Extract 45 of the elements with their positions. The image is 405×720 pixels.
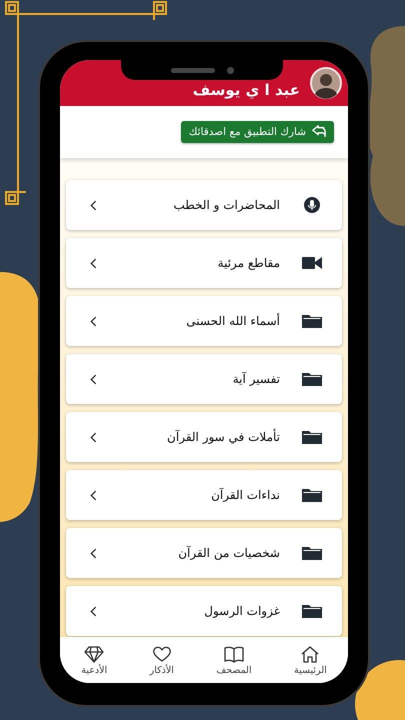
folder-icon bbox=[302, 429, 322, 445]
menu-item[interactable]: مقاطع مرئية bbox=[66, 238, 342, 288]
menu-item[interactable]: غزوات الرسول bbox=[66, 586, 342, 636]
menu-item[interactable]: أسماء الله الحسنى bbox=[66, 296, 342, 346]
microphone-icon bbox=[302, 197, 322, 213]
chevron-icon bbox=[90, 316, 97, 326]
nav-tab[interactable]: الأذكار bbox=[150, 644, 174, 676]
menu-item-label: غزوات الرسول bbox=[203, 604, 280, 618]
menu-item[interactable]: شخصيات من القرآن bbox=[66, 528, 342, 578]
chevron-icon bbox=[90, 548, 97, 558]
book-icon bbox=[224, 644, 244, 662]
menu-item-label: المحاضرات و الخطب bbox=[172, 198, 280, 212]
menu-item[interactable]: المحاضرات و الخطب bbox=[66, 180, 342, 230]
home-icon bbox=[300, 644, 320, 662]
video-camera-icon bbox=[302, 255, 322, 271]
avatar bbox=[310, 67, 342, 99]
decorative-shape bbox=[355, 660, 405, 720]
chevron-icon bbox=[90, 258, 97, 268]
nav-tab[interactable]: الرئيسية bbox=[294, 644, 327, 676]
menu-item-label: تأملات في سور القرآن bbox=[166, 430, 280, 444]
folder-icon bbox=[302, 545, 322, 561]
folder-icon bbox=[302, 603, 322, 619]
share-app-button[interactable]: شارك التطبيق مع اصدقائك bbox=[180, 121, 334, 143]
chevron-icon bbox=[90, 200, 97, 210]
nav-tab[interactable]: المصحف bbox=[216, 644, 252, 676]
menu-item[interactable]: تفسير آية bbox=[66, 354, 342, 404]
folder-icon bbox=[302, 487, 322, 503]
menu-item-label: تفسير آية bbox=[232, 372, 280, 386]
header-title: عبد ا ي يوسف bbox=[192, 80, 300, 99]
folder-icon bbox=[302, 371, 322, 387]
chevron-icon bbox=[90, 606, 97, 616]
menu-item-label: شخصيات من القرآن bbox=[177, 546, 280, 560]
diamond-icon bbox=[84, 644, 104, 662]
heart-icon bbox=[152, 644, 172, 662]
menu-item-label: نداءات القرآن bbox=[210, 488, 280, 502]
folder-icon bbox=[302, 313, 322, 329]
menu-item[interactable]: نداءات القرآن bbox=[66, 470, 342, 520]
chevron-icon bbox=[90, 374, 97, 384]
menu-item-label: مقاطع مرئية bbox=[216, 256, 280, 270]
chevron-icon bbox=[90, 490, 97, 500]
menu-item[interactable]: تأملات في سور القرآن bbox=[66, 412, 342, 462]
nav-tab[interactable]: الأدعية bbox=[81, 644, 108, 676]
menu-item-label: أسماء الله الحسنى bbox=[185, 314, 280, 328]
chevron-icon bbox=[90, 432, 97, 442]
share-icon bbox=[312, 125, 326, 139]
